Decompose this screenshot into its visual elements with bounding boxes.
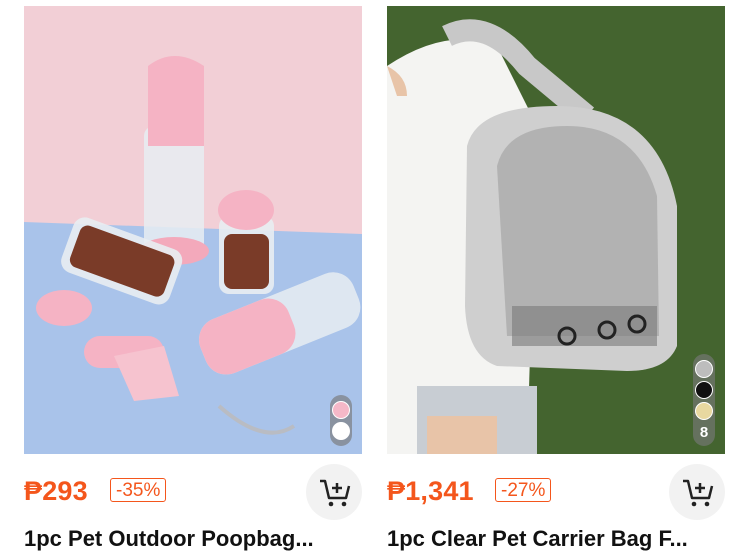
discount-badge: -27% [495, 478, 552, 502]
add-to-cart-icon [683, 479, 714, 507]
price-row: ₱293 -35% [24, 464, 362, 520]
color-swatch-white[interactable] [332, 422, 350, 440]
product-card[interactable]: ₱293 -35% 1pc Pet Outdoor Poopbag... [24, 0, 362, 560]
add-to-cart-button[interactable] [669, 464, 725, 520]
color-swatches[interactable]: 8 [693, 354, 715, 446]
price: ₱293 [24, 476, 88, 506]
product-image[interactable] [24, 6, 362, 454]
price: ₱1,341 [387, 476, 474, 506]
discount-badge: -35% [110, 478, 167, 502]
product-title[interactable]: 1pc Pet Outdoor Poopbag... [24, 526, 314, 552]
price-row: ₱1,341 -27% [387, 464, 725, 520]
color-swatches[interactable] [330, 395, 352, 446]
product-title[interactable]: 1pc Clear Pet Carrier Bag F... [387, 526, 688, 552]
color-swatch-black[interactable] [695, 381, 713, 399]
add-to-cart-button[interactable] [306, 464, 362, 520]
product-image[interactable]: 8 [387, 6, 725, 454]
color-swatch-gray[interactable] [695, 360, 713, 378]
product-card[interactable]: 8 ₱1,341 -27% 1pc Clear Pet Carrier Bag … [387, 0, 725, 560]
more-colors-count: 8 [699, 424, 709, 441]
add-to-cart-icon [320, 479, 351, 507]
color-swatch-beige[interactable] [695, 402, 713, 420]
color-swatch-pink[interactable] [332, 401, 350, 419]
